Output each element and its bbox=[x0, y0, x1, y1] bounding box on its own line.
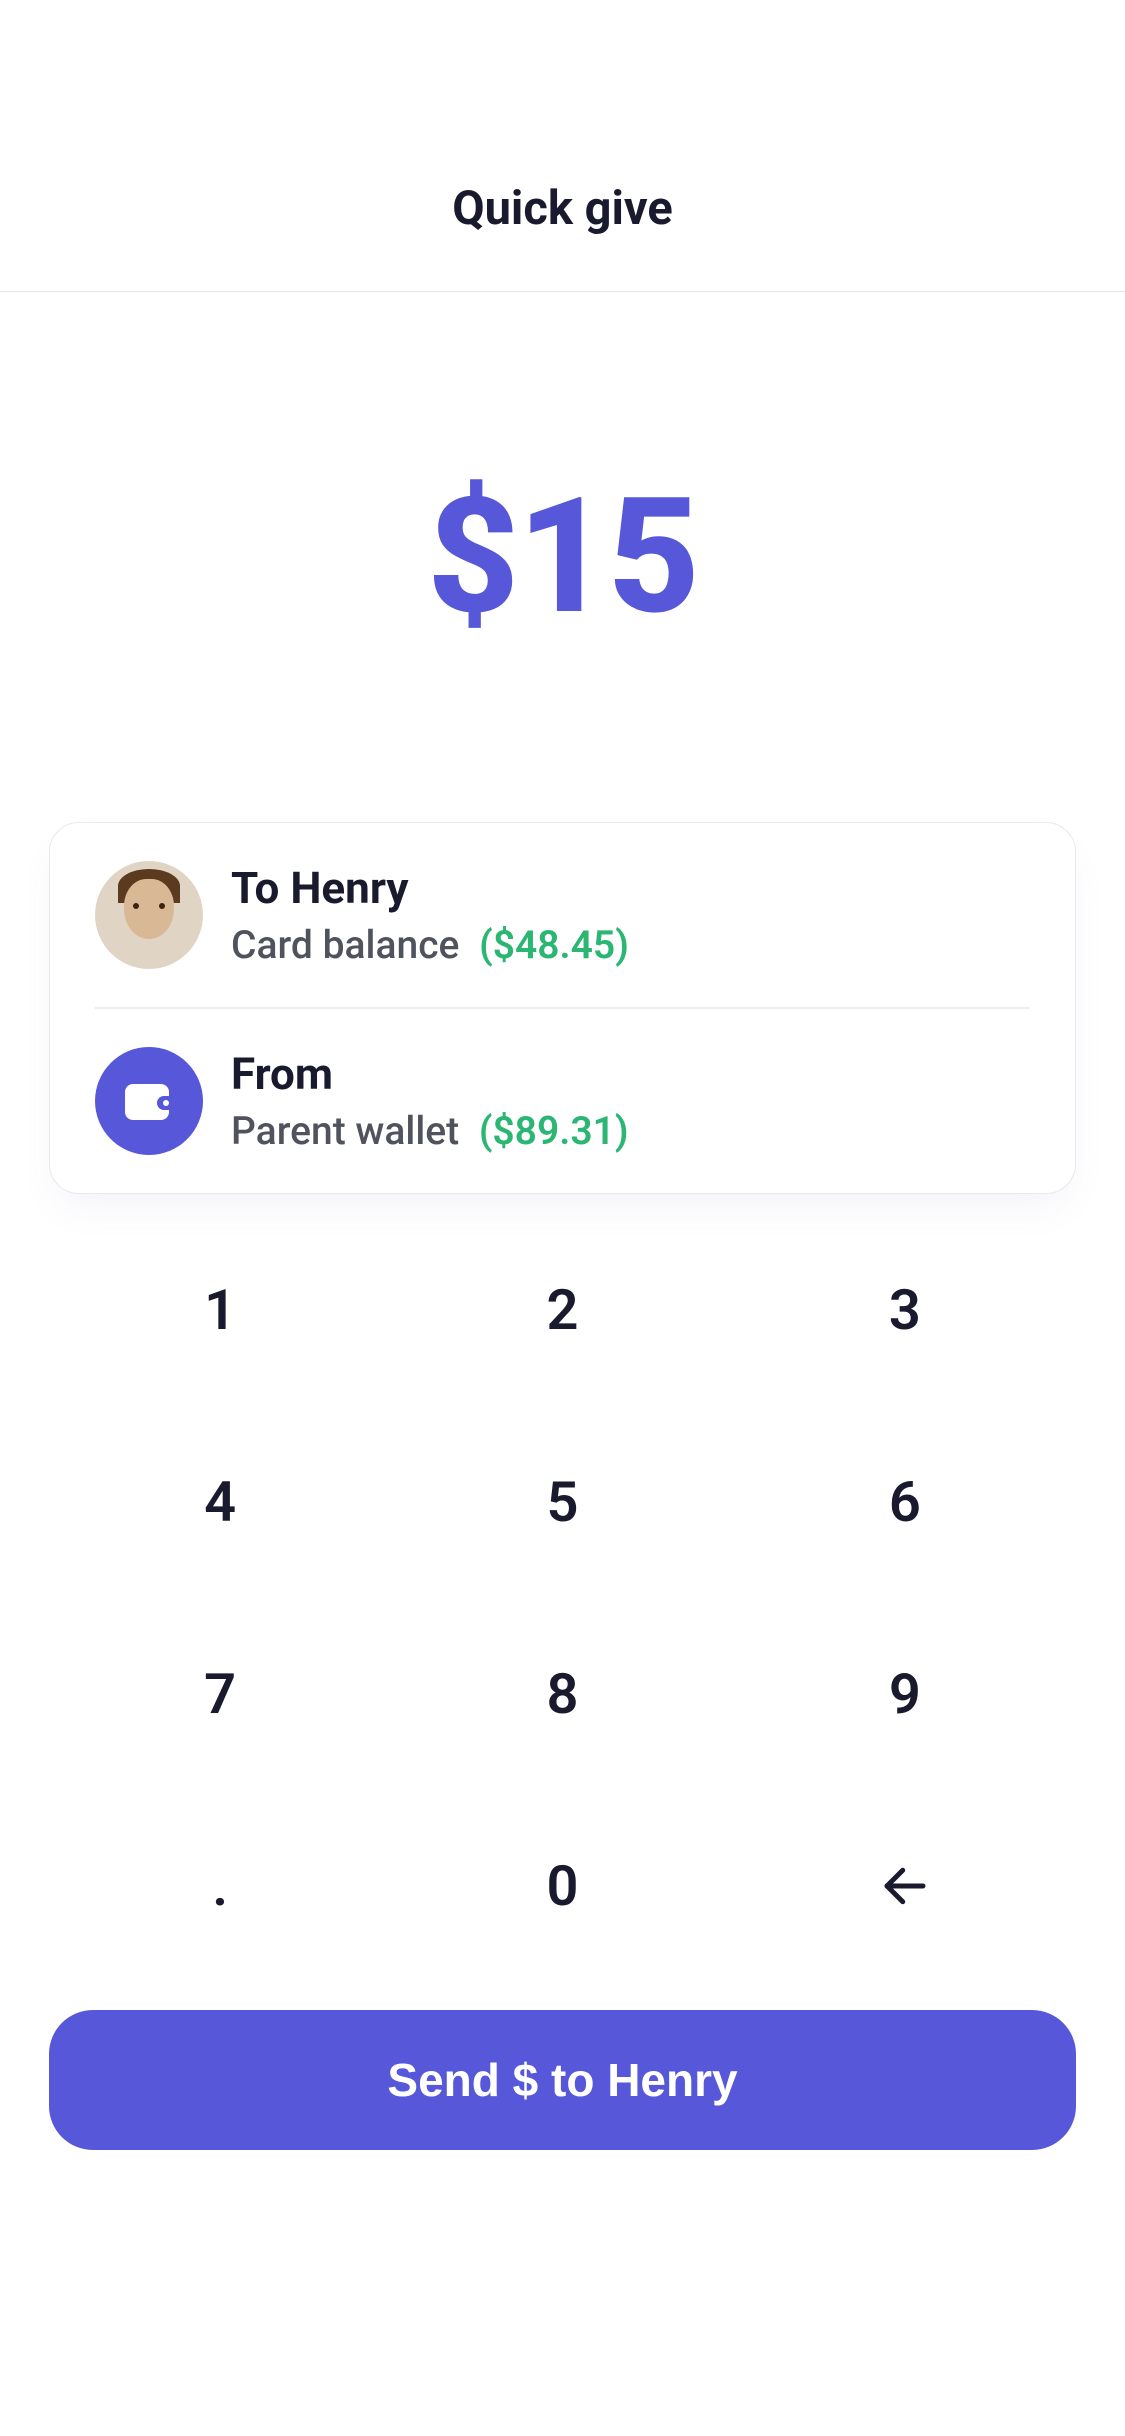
key-2[interactable]: 2 bbox=[391, 1214, 733, 1406]
key-7[interactable]: 7 bbox=[49, 1598, 391, 1790]
keypad: 1 2 3 4 5 6 7 8 9 . 0 bbox=[0, 1214, 1125, 1982]
recipient-sub-label: Card balance bbox=[231, 922, 459, 968]
source-title: From bbox=[231, 1048, 629, 1100]
recipient-row[interactable]: To Henry Card balance ($48.45) bbox=[95, 823, 1030, 1007]
key-1[interactable]: 1 bbox=[49, 1214, 391, 1406]
key-dot[interactable]: . bbox=[49, 1790, 391, 1982]
source-text: From Parent wallet ($89.31) bbox=[231, 1048, 629, 1154]
page-title: Quick give bbox=[452, 181, 673, 236]
amount-section: $15 bbox=[0, 292, 1125, 822]
key-4[interactable]: 4 bbox=[49, 1406, 391, 1598]
arrow-left-icon bbox=[878, 1859, 932, 1913]
source-sub-label: Parent wallet bbox=[231, 1108, 459, 1154]
send-button[interactable]: Send $ to Henry bbox=[49, 2010, 1076, 2150]
key-6[interactable]: 6 bbox=[734, 1406, 1076, 1598]
source-row[interactable]: From Parent wallet ($89.31) bbox=[95, 1007, 1030, 1193]
footer: Send $ to Henry bbox=[0, 1982, 1125, 2150]
key-8[interactable]: 8 bbox=[391, 1598, 733, 1790]
key-3[interactable]: 3 bbox=[734, 1214, 1076, 1406]
key-9[interactable]: 9 bbox=[734, 1598, 1076, 1790]
transfer-card: To Henry Card balance ($48.45) From Pare… bbox=[49, 822, 1076, 1194]
source-balance: ($89.31) bbox=[479, 1108, 629, 1154]
recipient-sub: Card balance ($48.45) bbox=[231, 922, 629, 968]
recipient-avatar bbox=[95, 861, 203, 969]
key-backspace[interactable] bbox=[734, 1790, 1076, 1982]
header: Quick give bbox=[0, 0, 1125, 292]
recipient-text: To Henry Card balance ($48.45) bbox=[231, 862, 629, 968]
source-sub: Parent wallet ($89.31) bbox=[231, 1108, 629, 1154]
recipient-balance: ($48.45) bbox=[479, 922, 629, 968]
amount-display: $15 bbox=[427, 464, 698, 651]
wallet-icon bbox=[95, 1047, 203, 1155]
recipient-title: To Henry bbox=[231, 862, 629, 914]
key-5[interactable]: 5 bbox=[391, 1406, 733, 1598]
key-0[interactable]: 0 bbox=[391, 1790, 733, 1982]
